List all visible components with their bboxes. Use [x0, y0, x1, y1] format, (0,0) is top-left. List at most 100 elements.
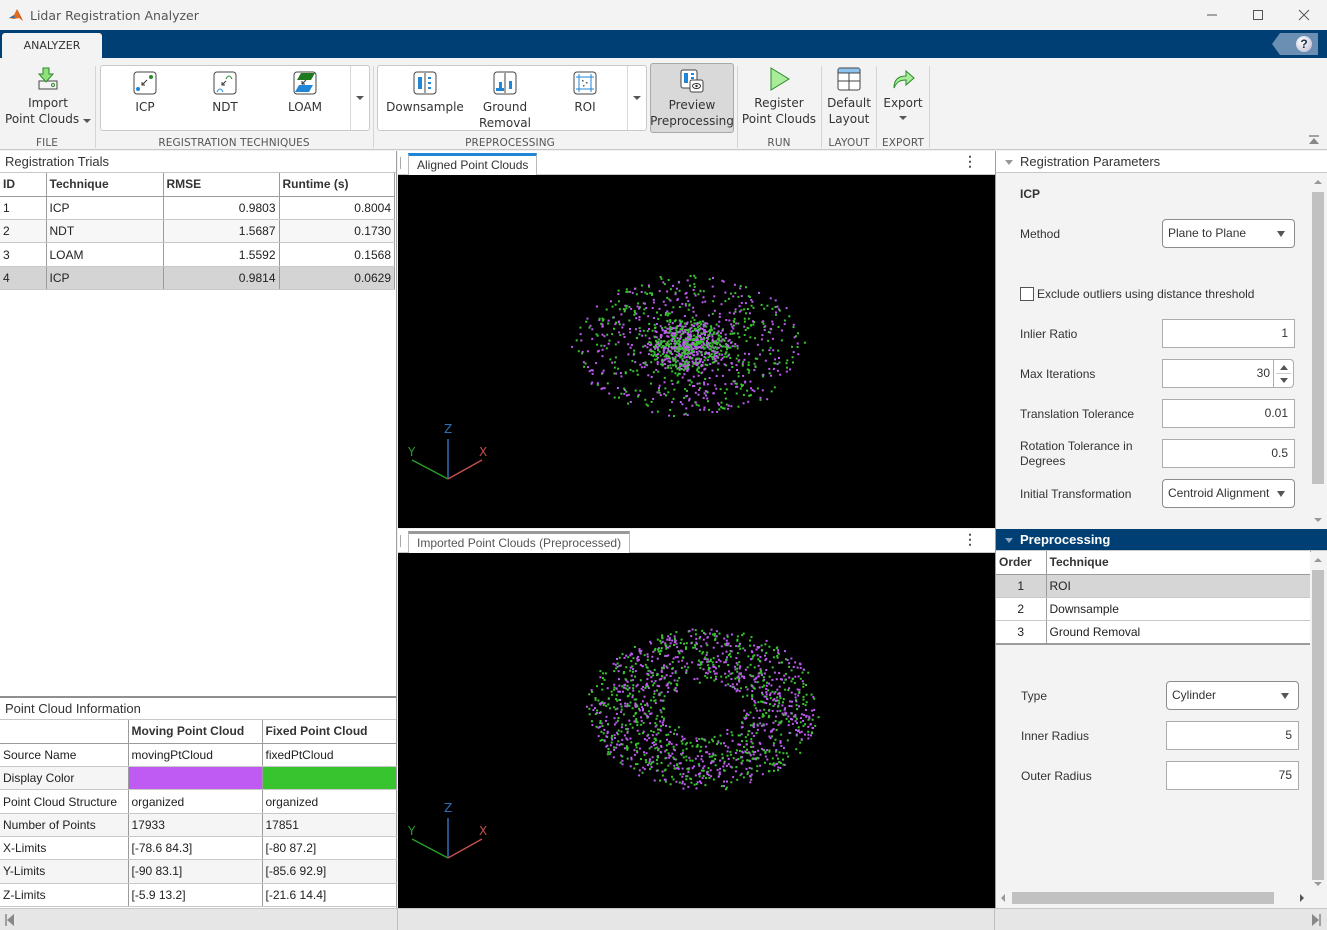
info-moving-value: 17933: [128, 813, 263, 837]
ndt-button[interactable]: NDT: [183, 70, 267, 115]
more-options-icon[interactable]: ⋮: [963, 154, 977, 168]
minimize-button[interactable]: [1189, 0, 1235, 30]
tab-aligned-point-clouds[interactable]: Aligned Point Clouds: [408, 153, 538, 175]
spinner-up-icon[interactable]: [1280, 365, 1288, 370]
icp-button[interactable]: ICP: [103, 70, 187, 115]
scroll-up-icon[interactable]: [1314, 558, 1322, 562]
table-row[interactable]: 2 Downsample: [996, 597, 1311, 622]
table-row[interactable]: 1 ICP 0.9803 0.8004: [0, 196, 395, 221]
default-layout-label-line2: Layout: [828, 112, 870, 126]
default-layout-button[interactable]: Default Layout: [822, 66, 876, 127]
import-dropdown-caret-icon[interactable]: [82, 119, 91, 123]
title-bar: Lidar Registration Analyzer: [0, 0, 1327, 30]
column-header-order[interactable]: Order: [996, 551, 1047, 575]
registration-gallery-expand[interactable]: [350, 66, 369, 130]
cell-id: 4: [0, 266, 47, 290]
drag-grip-icon[interactable]: [400, 157, 406, 169]
table-row-selected[interactable]: 4 ICP 0.9814 0.0629: [0, 266, 395, 290]
info-moving-value: [-5.9 13.2]: [128, 883, 263, 907]
scrollbar-thumb[interactable]: [1312, 570, 1324, 880]
translation-tolerance-field[interactable]: 0.01: [1162, 399, 1295, 428]
scroll-right-icon[interactable]: [1300, 894, 1304, 902]
table-row[interactable]: 2 NDT 1.5687 0.1730: [0, 219, 395, 244]
preprocessing-header[interactable]: Preprocessing: [996, 529, 1327, 551]
preprocessing-vertical-scrollbar[interactable]: [1310, 552, 1326, 890]
moving-color-swatch[interactable]: [128, 766, 263, 791]
registration-trials-title: Registration Trials: [0, 151, 396, 173]
export-arrow-icon: [893, 69, 915, 89]
column-header-technique[interactable]: Technique: [1046, 551, 1311, 575]
column-header-id[interactable]: ID: [0, 173, 47, 197]
close-button[interactable]: [1281, 0, 1327, 30]
preview-preprocessing-button[interactable]: Preview Preprocessing: [650, 63, 734, 133]
collapse-left-icon[interactable]: [5, 914, 15, 926]
scroll-left-icon[interactable]: [1001, 894, 1005, 902]
fixed-color-swatch[interactable]: [262, 766, 397, 791]
cell-order: 2: [996, 597, 1047, 622]
scrollbar-thumb[interactable]: [1312, 192, 1324, 484]
scrollbar-thumb[interactable]: [1012, 892, 1274, 904]
rotation-tolerance-field[interactable]: 0.5: [1162, 439, 1295, 468]
info-fixed-value: [-80 87.2]: [262, 836, 397, 861]
ground-removal-button[interactable]: Ground Removal: [462, 70, 548, 131]
spinner-down-icon[interactable]: [1280, 378, 1288, 383]
max-iterations-spinner[interactable]: [1273, 359, 1294, 388]
outer-radius-field[interactable]: 75: [1166, 761, 1299, 790]
collapse-right-icon[interactable]: [1311, 914, 1321, 926]
collapse-toolstrip-icon[interactable]: [1309, 135, 1319, 145]
section-export: Export EXPORT: [877, 58, 929, 150]
cell-rmse: 0.9814: [163, 266, 280, 290]
table-row-selected[interactable]: 1 ROI: [996, 574, 1311, 599]
layout-icon: [837, 67, 861, 91]
aligned-point-cloud-viewer[interactable]: Z Y X: [398, 175, 995, 528]
column-header-runtime[interactable]: Runtime (s): [279, 173, 395, 197]
initial-transformation-dropdown[interactable]: Centroid Alignment: [1162, 479, 1295, 508]
column-header-rmse[interactable]: RMSE: [163, 173, 280, 197]
imported-point-cloud-viewer[interactable]: Z Y X: [398, 553, 995, 908]
type-dropdown[interactable]: Cylinder: [1166, 681, 1299, 710]
column-header-technique[interactable]: Technique: [46, 173, 164, 197]
table-row[interactable]: 3 Ground Removal: [996, 620, 1311, 645]
loam-button[interactable]: LOAM: [263, 70, 347, 115]
info-label: Y-Limits: [0, 859, 129, 884]
aligned-doc-tabbar: Aligned Point Clouds ⋮: [398, 151, 995, 175]
cell-id: 2: [0, 219, 47, 244]
scroll-down-icon[interactable]: [1314, 882, 1322, 886]
scroll-up-icon[interactable]: [1314, 180, 1322, 184]
tab-analyzer[interactable]: ANALYZER: [2, 33, 102, 58]
section-label-preprocessing: PREPROCESSING: [465, 137, 555, 149]
preprocessing-horizontal-scrollbar[interactable]: [996, 890, 1310, 906]
status-divider: [994, 909, 995, 930]
downsample-label: Downsample: [386, 100, 464, 114]
imported-point-clouds-document: Imported Point Clouds (Preprocessed) ⋮ Z…: [398, 529, 995, 908]
status-divider: [397, 909, 398, 930]
export-button[interactable]: Export: [877, 66, 929, 120]
inner-radius-field[interactable]: 5: [1166, 721, 1299, 750]
preprocessing-gallery-expand[interactable]: [627, 66, 646, 130]
technique-heading: ICP: [1020, 187, 1041, 201]
scroll-down-icon[interactable]: [1314, 518, 1322, 522]
import-label-text: Point Clouds: [5, 112, 80, 126]
register-point-clouds-button[interactable]: Register Point Clouds: [738, 66, 820, 127]
tab-imported-point-clouds[interactable]: Imported Point Clouds (Preprocessed): [408, 531, 631, 553]
info-moving-value: [-78.6 84.3]: [128, 836, 263, 861]
drag-grip-icon[interactable]: [400, 535, 406, 547]
more-options-icon[interactable]: ⋮: [963, 532, 977, 546]
help-button[interactable]: ?: [1296, 36, 1312, 52]
cell-rmse: 0.9803: [163, 196, 280, 221]
roi-button[interactable]: ROI: [542, 70, 628, 115]
registration-parameters-header[interactable]: Registration Parameters: [996, 151, 1327, 173]
table-row[interactable]: 3 LOAM 1.5592 0.1568: [0, 242, 395, 267]
method-dropdown[interactable]: Plane to Plane: [1162, 219, 1295, 248]
downsample-button[interactable]: Downsample: [382, 70, 468, 115]
info-fixed-value: organized: [262, 789, 397, 814]
info-moving-value: [-90 83.1]: [128, 859, 263, 884]
exclude-outliers-checkbox[interactable]: [1020, 287, 1034, 301]
cell-order: 1: [996, 574, 1047, 599]
maximize-button[interactable]: [1235, 0, 1281, 30]
inlier-ratio-field[interactable]: 1: [1162, 319, 1295, 348]
inlier-ratio-label: Inlier Ratio: [1020, 327, 1078, 341]
registration-parameters-scrollbar[interactable]: [1310, 174, 1326, 528]
import-point-clouds-button[interactable]: Import Point Clouds: [4, 66, 92, 132]
max-iterations-field[interactable]: 30: [1162, 359, 1274, 388]
